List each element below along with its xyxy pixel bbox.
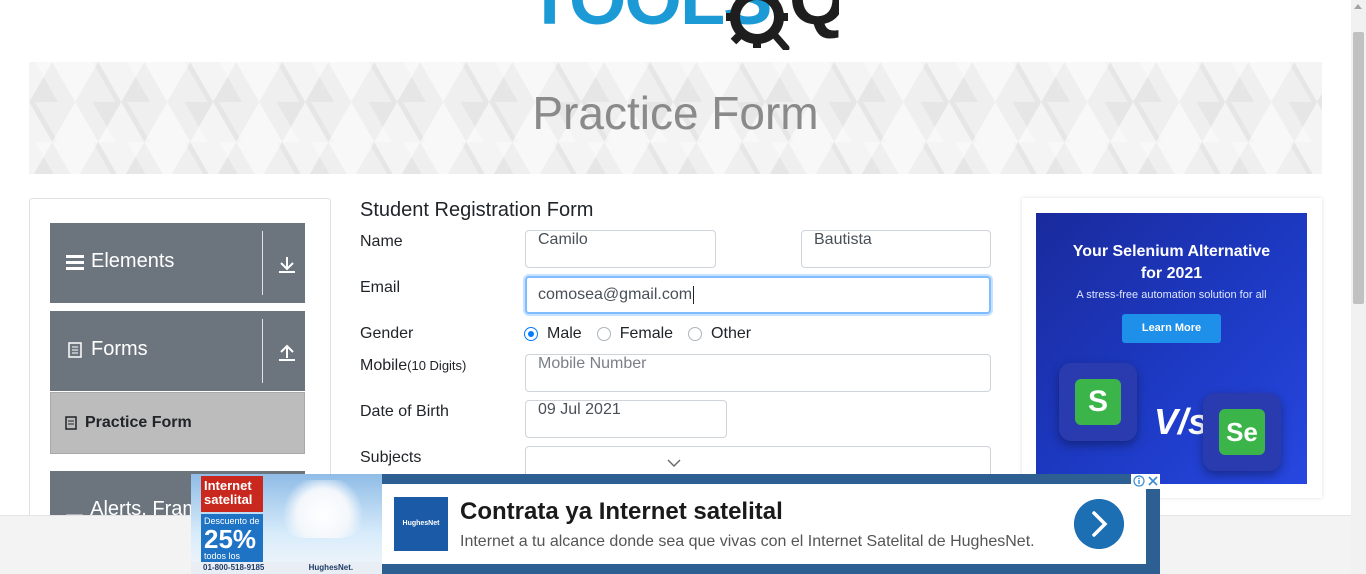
group-divider — [262, 319, 263, 383]
radio-label: Other — [711, 325, 752, 342]
name-label: Name — [360, 233, 403, 250]
ad-badge-title: Internet satelital — [201, 476, 263, 512]
ad-headline-line-2: for 2021 — [1140, 265, 1203, 282]
chevron-down-icon[interactable] — [667, 458, 681, 468]
first-name-input[interactable]: Camilo — [525, 230, 716, 268]
close-icon[interactable] — [1147, 475, 1159, 487]
page-banner: Practice Form — [29, 62, 1322, 174]
selenium-logo-tile: Se — [1203, 393, 1281, 471]
ad-description: Internet a tu alcance donde sea que viva… — [460, 533, 1035, 550]
ad-arrow-button-icon[interactable] — [1074, 499, 1124, 549]
group-divider — [262, 231, 263, 295]
hughesnet-logo: HughesNet — [394, 497, 448, 551]
ad-subtitle: A stress-free automation solution for al… — [1076, 289, 1267, 301]
gender-radio-male[interactable]: Male — [524, 325, 582, 343]
radio-icon[interactable] — [688, 327, 703, 341]
email-label: Email — [360, 279, 401, 296]
gender-radio-group: Male Female Other — [524, 324, 766, 344]
form-icon — [65, 416, 77, 430]
mobile-input[interactable]: Mobile Number — [525, 354, 991, 392]
logo-qa-text: QA — [789, 0, 839, 41]
document-icon — [68, 341, 82, 358]
sidebar-group-forms[interactable]: Forms — [50, 311, 305, 391]
ad-headline-line-1: Your Selenium Alternative — [1072, 243, 1271, 260]
email-value: comosea@gmail.com — [538, 286, 693, 303]
radio-selected-icon[interactable] — [524, 327, 538, 341]
hughesnet-banner-ad[interactable]: Internet satelital Descuento de 25% todo… — [191, 474, 1160, 574]
page-title: Practice Form — [532, 87, 819, 139]
sidebar-item-label: Practice Form — [85, 414, 192, 431]
mobile-label: Mobile(10 Digits) — [360, 357, 466, 375]
radio-icon[interactable] — [596, 327, 611, 341]
ad-brand-small: HughesNet. — [308, 563, 354, 572]
gender-label: Gender — [360, 325, 414, 342]
sidebar-item-label-wrap: Practice Form — [65, 414, 192, 432]
date-of-birth-input[interactable]: 09 Jul 2021 — [525, 400, 727, 438]
ad-discount-percent: 25% — [204, 524, 257, 554]
ad-title: Contrata ya Internet satelital — [460, 498, 783, 525]
sidebar-group-label: Elements — [91, 250, 175, 272]
sidebar-group-forms-label-wrap: Forms — [66, 338, 148, 361]
scrollbar-thumb[interactable] — [1353, 32, 1364, 304]
mobile-hint: (10 Digits) — [407, 358, 467, 373]
mobile-label-text: Mobile — [360, 357, 408, 374]
subjects-label: Subjects — [360, 449, 422, 466]
vertical-scrollbar[interactable] — [1351, 0, 1366, 574]
sidebar-group-label: Forms — [91, 338, 148, 360]
ad-image: Internet satelital Descuento de 25% todo… — [191, 474, 382, 574]
ad-badge-discount: Descuento de 25% todos los planes — [201, 514, 263, 572]
sidebar-group-elements[interactable]: Elements — [50, 223, 305, 303]
learn-more-button[interactable]: Learn More — [1122, 314, 1221, 343]
testsigma-logo-tile: S — [1059, 363, 1137, 441]
selenium-alternative-ad[interactable]: Your Selenium Alternative for 2021 A str… — [1036, 213, 1307, 484]
versus-text: V/s — [1154, 401, 1209, 442]
scroll-up-arrow-icon[interactable] — [1354, 4, 1362, 9]
gender-radio-other[interactable]: Other — [688, 325, 751, 343]
wifi-cloud-image — [277, 480, 369, 538]
toolsqa-logo[interactable]: TOOLS QA — [527, 0, 839, 50]
sidebar-item-practice-form[interactable]: Practice Form — [50, 392, 305, 454]
selenium-logo-icon: Se — [1219, 409, 1265, 455]
collapse-up-icon[interactable] — [277, 342, 297, 362]
testsigma-logo-icon: S — [1075, 379, 1121, 425]
gear-icon — [726, 0, 790, 50]
info-icon[interactable] — [1133, 475, 1145, 487]
last-name-input[interactable]: Bautista — [801, 230, 991, 268]
ad-headline: Your Selenium Alternative for 2021 — [1036, 241, 1307, 285]
radio-label: Male — [547, 325, 582, 342]
ad-choices[interactable] — [1131, 474, 1160, 489]
text-caret — [693, 285, 695, 304]
form-title: Student Registration Form — [360, 199, 594, 221]
ad-phone-strip: 01-800-518-9185 HughesNet. — [191, 562, 382, 574]
collapse-down-icon[interactable] — [277, 254, 297, 274]
gender-radio-female[interactable]: Female — [596, 325, 674, 343]
radio-label: Female — [619, 325, 674, 342]
ad-phone: 01-800-518-9185 — [203, 563, 265, 572]
hamburger-icon — [66, 254, 84, 270]
ad-text-panel: HughesNet Contrata ya Internet satelital… — [382, 484, 1146, 564]
email-input[interactable]: comosea@gmail.com — [525, 276, 991, 314]
dob-label: Date of Birth — [360, 403, 449, 420]
sidebar-group-elements-label-wrap: Elements — [66, 250, 174, 273]
